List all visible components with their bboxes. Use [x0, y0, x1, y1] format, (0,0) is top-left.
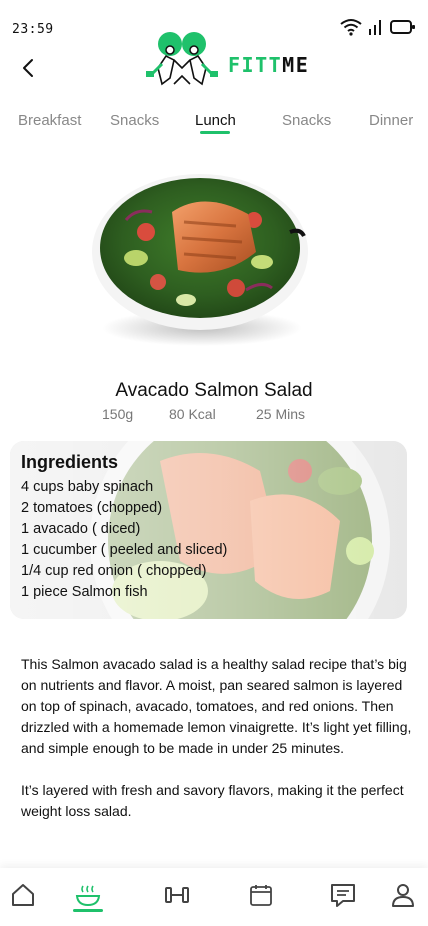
fittme-logo: FITTME — [144, 30, 324, 92]
tab-snacks-evening[interactable]: Snacks — [282, 112, 331, 129]
meal-tabs: Breakfast Snacks Lunch Snacks Dinner — [0, 108, 428, 142]
ingredient-item: 2 tomatoes (chopped) — [21, 500, 163, 516]
ingredients-card: Ingredients 4 cups baby spinach 2 tomato… — [10, 441, 407, 619]
ingredient-item: 1 avacado ( diced) — [21, 521, 141, 537]
header: FITTME — [0, 28, 428, 92]
description-paragraph: This Salmon avacado salad is a healthy s… — [21, 656, 412, 756]
dish-description: This Salmon avacado salad is a healthy s… — [21, 654, 413, 843]
brand-prefix: FITT — [228, 53, 283, 77]
dumbbell-icon — [165, 887, 189, 903]
nav-meals[interactable] — [73, 880, 103, 910]
athletes-logo-icon — [144, 28, 222, 95]
nav-calendar[interactable] — [246, 880, 276, 910]
profile-icon — [392, 884, 414, 907]
dish-image — [86, 160, 316, 350]
back-button[interactable] — [16, 56, 40, 80]
nav-profile[interactable] — [388, 880, 418, 910]
chevron-left-icon — [23, 59, 33, 77]
nav-workouts[interactable] — [162, 880, 192, 910]
description-paragraph: It’s layered with fresh and savory flavo… — [21, 782, 404, 819]
home-icon — [12, 884, 34, 906]
ingredients-title: Ingredients — [21, 452, 119, 472]
nav-active-indicator — [73, 909, 103, 912]
chat-icon — [331, 884, 355, 907]
dish-calories: 80 Kcal — [169, 406, 216, 422]
dish-meta: 150g 80 Kcal 25 Mins — [0, 406, 428, 424]
dish-weight: 150g — [102, 406, 134, 422]
tab-dinner[interactable]: Dinner — [369, 112, 413, 129]
ingredient-item: 1 piece Salmon fish — [21, 584, 148, 600]
ingredient-item: 1 cucumber ( peeled and sliced) — [21, 542, 228, 558]
nav-home[interactable] — [8, 880, 38, 910]
active-tab-indicator — [200, 131, 230, 134]
brand-suffix: ME — [282, 53, 310, 77]
tab-snacks-morning[interactable]: Snacks — [110, 112, 159, 129]
brand-wordmark: FITTME — [228, 53, 309, 77]
ingredient-item: 1/4 cup red onion ( chopped) — [21, 563, 207, 579]
tab-lunch[interactable]: Lunch — [195, 112, 236, 129]
ingredients-list: 4 cups baby spinach 2 tomatoes (chopped)… — [21, 477, 227, 603]
bottom-nav — [0, 868, 428, 926]
ingredient-item: 4 cups baby spinach — [21, 479, 154, 495]
dish-title: Avacado Salmon Salad — [115, 380, 313, 401]
nav-messages[interactable] — [328, 880, 358, 910]
calendar-icon — [250, 885, 272, 906]
dish-time: 25 Mins — [256, 406, 306, 422]
tab-breakfast[interactable]: Breakfast — [18, 112, 81, 129]
meal-bowl-icon — [75, 885, 101, 907]
